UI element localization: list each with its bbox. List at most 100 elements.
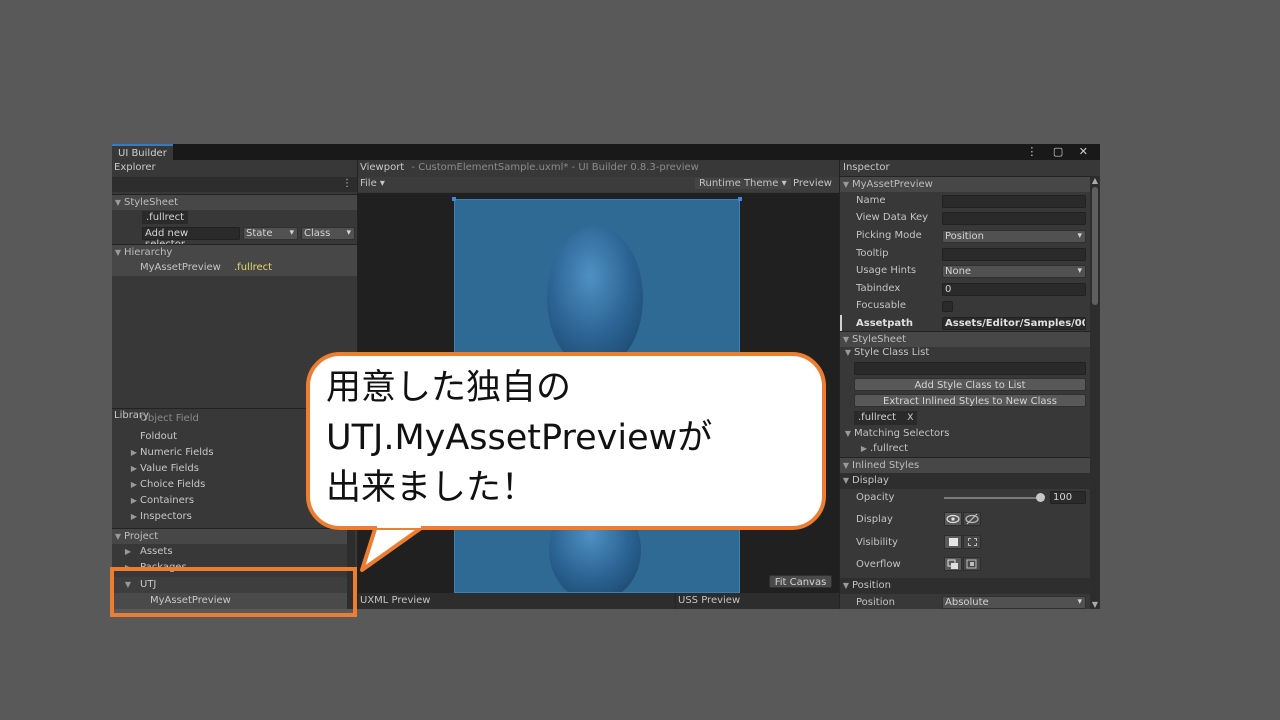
hierarchy-section-header[interactable]: ▼ Hierarchy: [112, 244, 357, 260]
attr-label: Usage Hints: [856, 265, 917, 276]
matching-selectors-header[interactable]: ▼ Matching Selectors: [842, 427, 950, 441]
window-controls[interactable]: ⋮ ▢ ✕: [1026, 145, 1094, 158]
opacity-slider-thumb[interactable]: [1036, 493, 1045, 502]
class-chip-remove-icon[interactable]: X: [907, 413, 913, 423]
add-style-class-button[interactable]: Add Style Class to List: [854, 378, 1086, 391]
callout-line-2: UTJ.MyAssetPreviewが: [326, 418, 713, 458]
focusable-checkbox[interactable]: [942, 301, 953, 312]
project-item-assets[interactable]: ▶ Assets: [122, 544, 173, 560]
display-visible-toggle[interactable]: [944, 512, 962, 526]
usage-hints-dropdown[interactable]: None: [942, 265, 1086, 278]
visibility-label: Visibility: [856, 537, 898, 548]
position-dropdown[interactable]: Absolute: [942, 596, 1086, 609]
element-section-header[interactable]: ▼ MyAssetPreview: [840, 176, 1090, 192]
explorer-menu-icon[interactable]: ⋮: [342, 178, 352, 189]
overflow-hidden-toggle[interactable]: [963, 557, 981, 571]
expanded-triangle-icon: ▼: [842, 461, 850, 470]
attr-label: Name: [856, 195, 886, 206]
highlight-box: [110, 567, 357, 617]
file-menu[interactable]: File ▾: [360, 178, 385, 189]
expanded-triangle-icon: ▼: [842, 476, 850, 485]
expanded-triangle-icon: ▼: [842, 180, 850, 189]
callout-text: 用意した独自の UTJ.MyAssetPreviewが 出来ました！: [326, 363, 816, 513]
display-hidden-toggle[interactable]: [963, 512, 981, 526]
usage-hints-value: None: [945, 266, 972, 277]
class-chip[interactable]: .fullrect X: [854, 411, 918, 425]
attr-label: Assetpath: [856, 318, 914, 329]
tabindex-field[interactable]: 0: [942, 283, 1086, 296]
collapsed-triangle-icon[interactable]: ▶: [128, 461, 140, 477]
extract-inlined-styles-button[interactable]: Extract Inlined Styles to New Class: [854, 394, 1086, 407]
style-class-input[interactable]: [854, 362, 1086, 375]
stylesheet-section-header[interactable]: ▼ StyleSheet: [840, 331, 1090, 347]
opacity-value-field[interactable]: 100: [1050, 491, 1086, 504]
canvas-handle-tl[interactable]: [452, 197, 456, 201]
collapsed-triangle-icon[interactable]: ▶: [128, 493, 140, 509]
attr-label: Picking Mode: [856, 230, 922, 241]
display-section-header[interactable]: ▼ Display: [840, 473, 1090, 489]
expanded-triangle-icon: ▼: [114, 248, 122, 257]
class-dropdown[interactable]: Class: [301, 227, 355, 240]
position-section-header[interactable]: ▼ Position: [840, 578, 1090, 594]
preview-button[interactable]: Preview: [791, 178, 834, 189]
visibility-visible-toggle[interactable]: [944, 535, 962, 549]
library-item-label: Foldout: [140, 431, 178, 442]
attr-label: Tooltip: [856, 248, 889, 259]
expanded-triangle-icon: ▼: [842, 581, 850, 590]
canvas-handle-tr[interactable]: [738, 197, 742, 201]
style-class-list-header[interactable]: ▼ Style Class List: [842, 346, 929, 360]
collapsed-triangle-icon[interactable]: ▶: [128, 509, 140, 525]
scroll-up-icon[interactable]: ▲: [1090, 176, 1100, 185]
stylesheet-header-label: StyleSheet: [852, 334, 907, 345]
uss-preview-tab[interactable]: USS Preview: [678, 595, 740, 606]
hierarchy-item-class: .fullrect: [234, 262, 273, 273]
collapsed-triangle-icon[interactable]: ▶: [122, 544, 134, 560]
expanded-triangle-icon: ▼: [844, 429, 852, 438]
viewport-title: Viewport: [360, 162, 405, 173]
library-item-label: Value Fields: [140, 463, 199, 474]
inspector-panel: Inspector ▼ MyAssetPreview Name View Data…: [840, 160, 1100, 609]
collapsed-triangle-icon[interactable]: ▶: [128, 477, 140, 493]
eye-icon: [946, 514, 960, 524]
hierarchy-item[interactable]: MyAssetPreview .fullrect: [112, 260, 357, 276]
state-dropdown[interactable]: State: [243, 227, 298, 240]
assetpath-field[interactable]: Assets/Editor/Samples/005: [942, 317, 1086, 330]
scroll-down-icon[interactable]: ▼: [1090, 600, 1100, 609]
scrollbar-thumb[interactable]: [1092, 187, 1098, 305]
dashed-square-icon: [967, 538, 977, 546]
capsule-top: [547, 226, 643, 370]
inspector-scrollbar[interactable]: ▲ ▼: [1090, 176, 1100, 609]
stylesheet-section-header[interactable]: ▼ StyleSheet: [112, 194, 357, 210]
tooltip-field[interactable]: [942, 248, 1086, 261]
viewport-toolbar: File ▾ Runtime Theme ▾ Preview: [358, 177, 839, 192]
uxml-preview-tab[interactable]: UXML Preview: [360, 595, 430, 606]
preview-bar: UXML Preview USS Preview: [358, 593, 839, 609]
name-field[interactable]: [942, 195, 1086, 208]
display-label: Display: [856, 514, 893, 525]
attr-label: Focusable: [856, 300, 906, 311]
inspector-title: Inspector: [843, 162, 890, 173]
opacity-label: Opacity: [856, 492, 895, 503]
view-data-key-field[interactable]: [942, 212, 1086, 225]
visibility-hidden-toggle[interactable]: [963, 535, 981, 549]
opacity-slider-track[interactable]: [944, 497, 1040, 499]
overflow-visible-toggle[interactable]: [944, 557, 962, 571]
picking-mode-dropdown[interactable]: Position: [942, 230, 1086, 243]
collapsed-triangle-icon[interactable]: ▶: [128, 445, 140, 461]
overflow-hidden-icon: [966, 559, 977, 569]
expanded-triangle-icon: ▼: [842, 335, 850, 344]
preview-divider[interactable]: [675, 593, 676, 609]
selector-item[interactable]: .fullrect: [142, 211, 189, 224]
collapsed-triangle-icon[interactable]: ▶: [858, 442, 870, 456]
project-section-header[interactable]: ▼ Project: [112, 528, 347, 544]
add-selector-input[interactable]: Add new selector...: [142, 227, 240, 250]
inlined-styles-header[interactable]: ▼ Inlined Styles: [840, 457, 1090, 473]
theme-dropdown[interactable]: Runtime Theme ▾: [695, 178, 791, 189]
picking-mode-value: Position: [945, 231, 984, 242]
position-label: Position: [856, 597, 895, 608]
ui-builder-tab[interactable]: UI Builder: [112, 144, 173, 160]
matching-selector-item[interactable]: ▶ .fullrect: [858, 442, 908, 456]
fit-canvas-button[interactable]: Fit Canvas: [769, 575, 832, 588]
position-header-label: Position: [852, 580, 891, 591]
display-header-label: Display: [852, 475, 889, 486]
